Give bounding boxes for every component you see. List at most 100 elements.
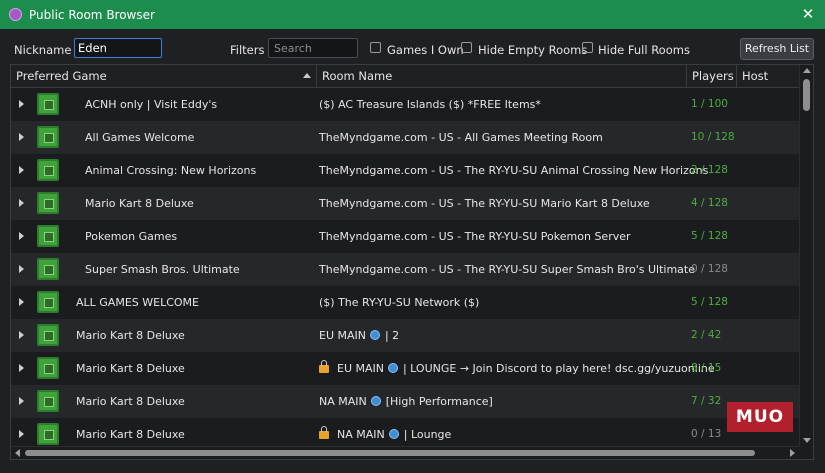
table-row[interactable]: Animal Crossing: New Horizons TheMyndgame… [11, 154, 799, 187]
room-name-cell: TheMyndgame.com - US - The RY-YU-SU Anim… [319, 154, 708, 187]
room-name-text: EU MAIN [337, 362, 388, 375]
room-name-text: ($) The RY-YU-SU Network ($) [319, 296, 480, 309]
column-header-preferred-game[interactable]: Preferred Game [11, 65, 317, 87]
scroll-right-icon[interactable] [790, 449, 795, 457]
table-body: ACNH only | Visit Eddy's ($) AC Treasure … [11, 88, 799, 446]
preferred-game-cell: Mario Kart 8 Deluxe [76, 428, 185, 441]
table-row[interactable]: ALL GAMES WELCOME ($) The RY-YU-SU Networ… [11, 286, 799, 319]
players-cell: 2 / 128 [691, 164, 728, 176]
game-chip-icon [34, 357, 62, 379]
globe-icon [388, 363, 399, 373]
room-name-cell: NA MAIN | Lounge [319, 418, 451, 446]
preferred-game-cell: Mario Kart 8 Deluxe [76, 362, 185, 375]
table-row[interactable]: Mario Kart 8 Deluxe EU MAIN | LOUNGE → Jo… [11, 352, 799, 385]
room-name-text: EU MAIN [319, 329, 370, 342]
players-cell: 4 / 128 [691, 197, 728, 209]
expand-arrow-icon[interactable] [19, 430, 24, 438]
players-cell: 0 / 13 [691, 428, 722, 440]
preferred-game-cell: Mario Kart 8 Deluxe [76, 329, 185, 342]
table-row[interactable]: Mario Kart 8 Deluxe EU MAIN | 2 2 / 42 [11, 319, 799, 352]
hide-full-rooms-label[interactable]: Hide Full Rooms [598, 43, 690, 57]
filters-label: Filters [230, 43, 265, 57]
games-i-own-label[interactable]: Games I Own [387, 43, 464, 57]
room-name-suffix: | Lounge [400, 428, 452, 441]
table-row[interactable]: Mario Kart 8 Deluxe NA MAIN [High Perform… [11, 385, 799, 418]
scroll-down-icon[interactable] [803, 438, 811, 443]
horizontal-scroll-thumb[interactable] [25, 450, 755, 456]
expand-arrow-icon[interactable] [19, 265, 24, 273]
room-name-text: TheMyndgame.com - US - All Games Meeting… [319, 131, 603, 144]
expand-arrow-icon[interactable] [19, 232, 24, 240]
expand-arrow-icon[interactable] [19, 199, 24, 207]
globe-icon [371, 396, 382, 406]
column-header-room-name[interactable]: Room Name [317, 65, 687, 87]
preferred-game-cell: Animal Crossing: New Horizons [85, 164, 257, 177]
scroll-up-icon[interactable] [803, 68, 811, 73]
expand-arrow-icon[interactable] [19, 133, 24, 141]
players-cell: 7 / 32 [691, 395, 722, 407]
expand-arrow-icon[interactable] [19, 298, 24, 306]
table-row[interactable]: Pokemon Games TheMyndgame.com - US - The … [11, 220, 799, 253]
table-row[interactable]: ACNH only | Visit Eddy's ($) AC Treasure … [11, 88, 799, 121]
table-row[interactable]: All Games Welcome TheMyndgame.com - US - … [11, 121, 799, 154]
room-name-cell: EU MAIN | LOUNGE → Join Discord to play … [319, 352, 715, 385]
hide-empty-rooms-label[interactable]: Hide Empty Rooms [478, 43, 587, 57]
game-chip-icon [34, 423, 62, 445]
title-bar: Public Room Browser ✕ [0, 0, 825, 29]
game-chip-icon [34, 390, 62, 412]
expand-arrow-icon[interactable] [19, 397, 24, 405]
vertical-scrollbar[interactable] [799, 65, 813, 446]
table-row[interactable]: Mario Kart 8 Deluxe TheMyndgame.com - US … [11, 187, 799, 220]
close-icon[interactable]: ✕ [799, 5, 817, 23]
players-cell: 1 / 100 [691, 98, 728, 110]
lock-icon [319, 360, 329, 373]
players-cell: 5 / 128 [691, 230, 728, 242]
room-name-cell: TheMyndgame.com - US - The RY-YU-SU Mari… [319, 187, 650, 220]
nickname-input[interactable] [74, 38, 162, 58]
room-name-text: TheMyndgame.com - US - The RY-YU-SU Poke… [319, 230, 631, 243]
hide-empty-rooms-checkbox[interactable] [461, 42, 472, 53]
window-title: Public Room Browser [29, 7, 155, 22]
scroll-corner [799, 446, 813, 459]
room-name-cell: TheMyndgame.com - US - The RY-YU-SU Supe… [319, 253, 695, 286]
app-icon [9, 8, 22, 21]
search-input[interactable] [268, 38, 358, 58]
players-cell: 2 / 42 [691, 329, 722, 341]
column-header-host[interactable]: Host [737, 65, 799, 87]
horizontal-scrollbar[interactable] [11, 446, 799, 459]
room-name-text: TheMyndgame.com - US - The RY-YU-SU Anim… [319, 164, 709, 177]
room-name-cell: TheMyndgame.com - US - All Games Meeting… [319, 121, 603, 154]
vertical-scroll-thumb[interactable] [803, 79, 810, 111]
players-cell: 0 / 128 [691, 263, 728, 275]
expand-arrow-icon[interactable] [19, 100, 24, 108]
room-name-text: TheMyndgame.com - US - The RY-YU-SU Supe… [319, 263, 695, 276]
room-name-text: TheMyndgame.com - US - The RY-YU-SU Mari… [319, 197, 650, 210]
expand-arrow-icon[interactable] [19, 331, 24, 339]
scroll-left-icon[interactable] [15, 449, 20, 457]
preferred-game-cell: Mario Kart 8 Deluxe [76, 395, 185, 408]
expand-arrow-icon[interactable] [19, 364, 24, 372]
room-name-suffix: [High Performance] [382, 395, 493, 408]
players-cell: 8 / 15 [691, 362, 722, 374]
game-chip-icon [34, 159, 62, 181]
game-chip-icon [34, 192, 62, 214]
preferred-game-cell: Pokemon Games [85, 230, 178, 243]
room-name-cell: NA MAIN [High Performance] [319, 385, 493, 418]
table-row[interactable]: Super Smash Bros. Ultimate TheMyndgame.co… [11, 253, 799, 286]
expand-arrow-icon[interactable] [19, 166, 24, 174]
games-i-own-checkbox[interactable] [370, 42, 381, 53]
game-chip-icon [34, 93, 62, 115]
room-name-suffix: | 2 [381, 329, 400, 342]
toolbar: Nickname Filters Games I Own Hide Empty … [0, 29, 825, 64]
nickname-label: Nickname [14, 43, 72, 57]
table-row[interactable]: Mario Kart 8 Deluxe NA MAIN | Lounge 0 / 1… [11, 418, 799, 446]
game-chip-icon [34, 258, 62, 280]
room-name-suffix: | LOUNGE → Join Discord to play here! ds… [399, 362, 715, 375]
game-chip-icon [34, 291, 62, 313]
refresh-list-button[interactable]: Refresh List [740, 38, 814, 60]
hide-full-rooms-checkbox[interactable] [582, 42, 593, 53]
game-chip-icon [34, 126, 62, 148]
game-chip-icon [34, 324, 62, 346]
globe-icon [370, 330, 381, 340]
column-header-players[interactable]: Players [687, 65, 737, 87]
